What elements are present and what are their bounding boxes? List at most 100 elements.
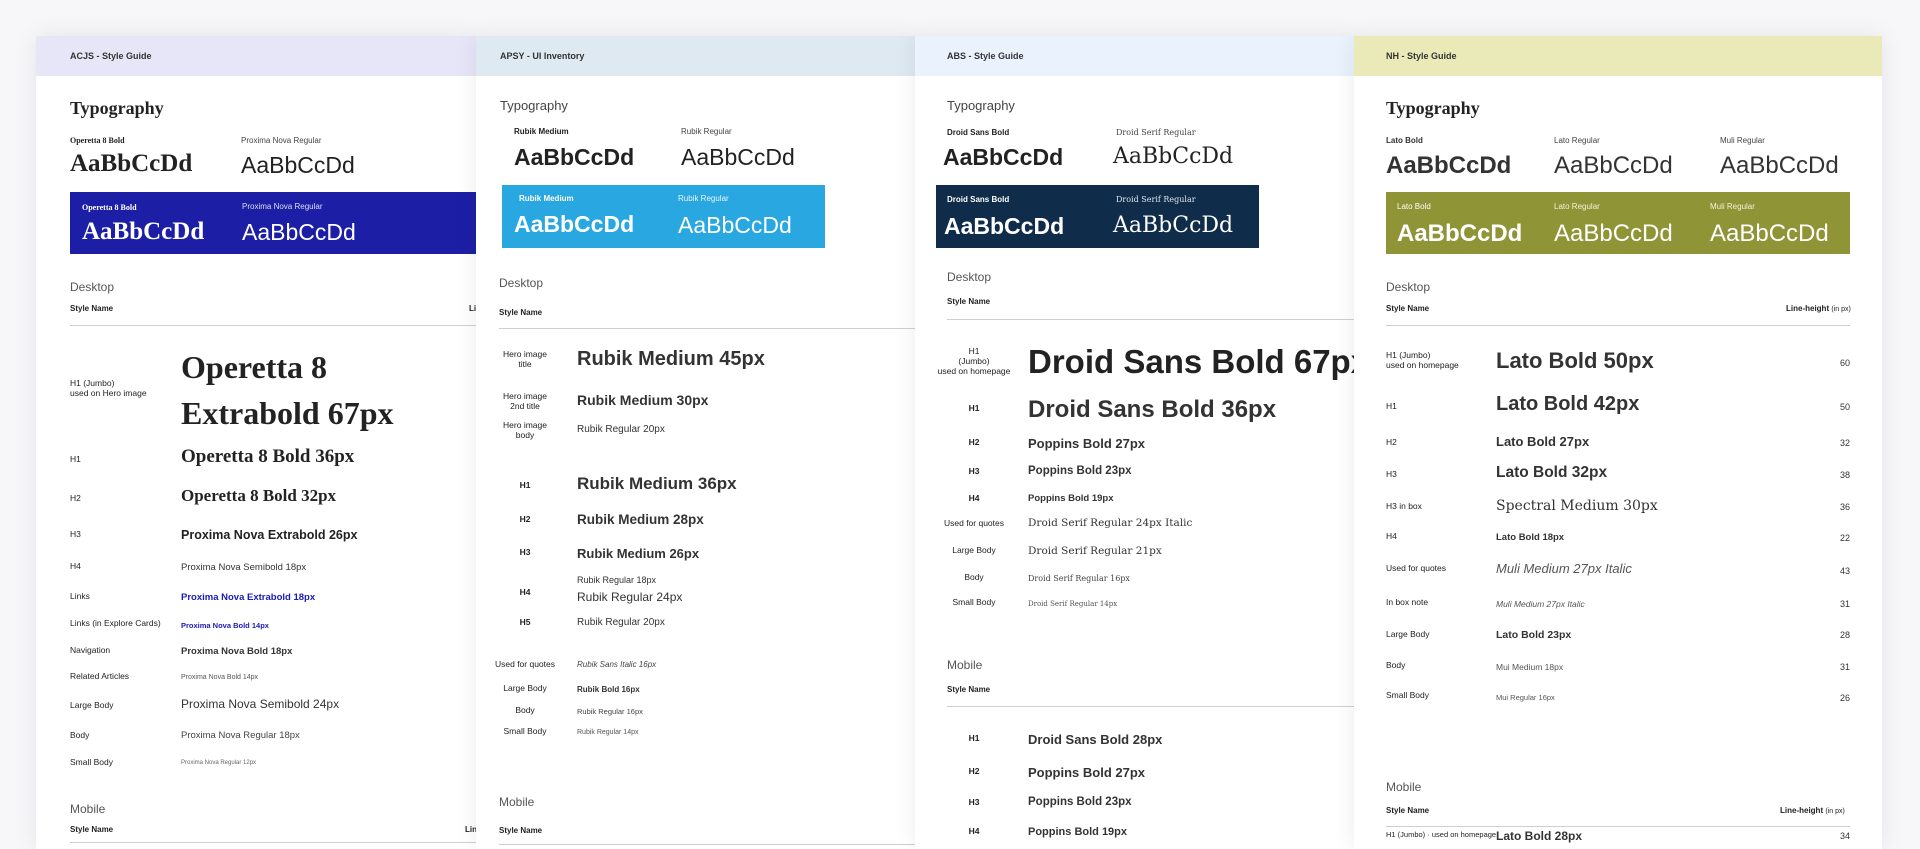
style-label: H1 (Jumbo) · used on homepage — [1386, 830, 1497, 839]
style-sample: Proxima Nova Semibold 18px — [181, 562, 307, 573]
style-sample: Droid Serif Regular 21px — [1028, 545, 1162, 557]
font-sample: AaBbCcDd — [1397, 220, 1523, 247]
line-height-value: 60 — [1839, 358, 1850, 368]
section-mobile: Mobile — [70, 802, 106, 816]
section-mobile: Mobile — [947, 658, 983, 672]
style-sample: Droid Serif Regular 14px — [1028, 600, 1118, 608]
style-sample: Rubik Medium 26px — [577, 546, 700, 561]
font-sample: AaBbCcDd — [1554, 220, 1673, 247]
style-sample: Lato Bold 32px — [1496, 464, 1608, 481]
font-sample: AaBbCcDd — [1113, 213, 1234, 238]
style-label: Large Body — [1386, 629, 1430, 639]
column-style-name: Style Name — [947, 297, 991, 306]
style-label: H1 (Jumbo) used on homepage — [937, 346, 1011, 376]
style-sample: Poppins Bold 27px — [1028, 436, 1146, 451]
style-label: H4 — [968, 493, 980, 503]
style-label: Links — [70, 591, 90, 601]
font-label: Lato Bold — [1386, 136, 1423, 145]
column-line-height: Lin — [465, 825, 476, 834]
style-label: H4 — [968, 826, 980, 836]
style-label: Body — [70, 730, 90, 740]
divider — [1386, 826, 1850, 827]
section-desktop: Desktop — [947, 270, 992, 284]
dark-swatch: Operetta 8 Bold Proxima Nova Regular AaB… — [70, 192, 476, 254]
font-label: Droid Sans Bold — [947, 195, 1010, 204]
font-sample: AaBbCcDd — [1113, 144, 1234, 169]
line-height-value: 22 — [1839, 533, 1850, 543]
style-sample: Operetta 8 Bold 36px — [181, 446, 355, 467]
ui-inventory-apsy: APSY - UI Inventory Typography Rubik Med… — [476, 36, 915, 849]
panel-header: ACJS - Style Guide — [36, 36, 476, 76]
style-label: Used for quotes — [943, 518, 1004, 528]
style-label: H5 — [519, 617, 531, 627]
font-label: Muli Regular — [1720, 136, 1765, 145]
style-sample: Droid Sans Bold 28px — [1028, 732, 1163, 747]
style-sample: Lato Bold 18px — [1496, 532, 1565, 543]
style-sample: Poppins Bold 23px — [1028, 465, 1132, 477]
style-label: H2 — [968, 437, 980, 447]
line-height-value: 38 — [1839, 470, 1850, 480]
style-label: Hero image title — [503, 349, 547, 369]
font-sample: AaBbCcDd — [242, 219, 356, 245]
style-label: Body — [1386, 660, 1406, 670]
style-sample: Rubik Medium 45px — [577, 348, 765, 370]
blue-swatch: Rubik Medium Rubik Regular AaBbCcDd AaBb… — [502, 185, 825, 248]
font-label: Lato Regular — [1554, 136, 1600, 145]
style-label: H3 — [1386, 469, 1397, 479]
column-line-height: Li — [469, 304, 476, 313]
panel-header: APSY - UI Inventory — [476, 36, 915, 76]
font-label: Operetta 8 Bold — [70, 136, 125, 145]
font-sample: AaBbCcDd — [1554, 152, 1673, 179]
panel-header: NH - Style Guide — [1354, 36, 1882, 76]
section-desktop: Desktop — [1386, 280, 1431, 294]
link-sample[interactable]: Proxima Nova Bold 14px — [181, 621, 269, 630]
style-label: H3 — [519, 547, 531, 557]
font-sample: AaBbCcDd — [82, 218, 205, 245]
style-label: H1 — [968, 733, 980, 743]
style-sample: Rubik Medium 36px — [577, 474, 737, 493]
font-label: Droid Serif Regular — [1116, 195, 1196, 204]
style-label: Small Body — [70, 757, 113, 767]
style-sample: Operetta 8 Bold 32px — [181, 486, 337, 505]
font-label: Lato Regular — [1554, 202, 1600, 211]
line-height-value: 26 — [1839, 693, 1850, 703]
font-sample: AaBbCcDd — [1386, 152, 1512, 179]
style-sample: Lato Bold 28px — [1496, 829, 1583, 843]
style-sample: Poppins Bold 19px — [1028, 493, 1114, 504]
divider — [947, 706, 1354, 707]
style-sample: Rubik Regular 20px — [577, 424, 665, 435]
font-sample: AaBbCcDd — [1720, 152, 1839, 179]
font-sample: AaBbCcDd — [943, 144, 1064, 170]
style-sample: Rubik Regular 16px — [577, 707, 643, 716]
style-sample: Lato Bold 27px — [1496, 434, 1590, 449]
style-sample: Lato Bold 23px — [1496, 629, 1572, 641]
font-sample: AaBbCcDd — [681, 144, 795, 170]
font-sample: AaBbCcDd — [514, 144, 635, 170]
font-label: Rubik Regular — [678, 194, 729, 203]
line-height-value: 31 — [1839, 662, 1850, 672]
style-label: H4 — [519, 587, 531, 597]
divider — [499, 328, 915, 329]
style-sample: Spectral Medium 30px — [1496, 498, 1658, 514]
style-label: H2 — [968, 766, 980, 776]
style-label: Body — [964, 572, 984, 582]
line-height-value: 36 — [1839, 502, 1850, 512]
font-sample: AaBbCcDd — [1710, 220, 1829, 247]
style-label: H2 — [70, 493, 81, 503]
line-height-value: 32 — [1839, 438, 1850, 448]
font-label: Muli Regular — [1710, 202, 1755, 211]
style-sample: Muli Medium 27px Italic — [1496, 561, 1632, 576]
panel-header: ABS - Style Guide — [915, 36, 1354, 76]
style-sample: Lato Bold 42px — [1496, 393, 1640, 415]
divider — [70, 325, 476, 326]
style-sample: Lato Bold 50px — [1496, 348, 1654, 373]
style-label: H1 — [519, 480, 531, 490]
style-sample: Droid Sans Bold 67px — [1028, 343, 1354, 380]
style-label: Hero image body — [503, 420, 547, 440]
navy-swatch: Droid Sans Bold Droid Serif Regular AaBb… — [936, 185, 1259, 248]
style-sample: Proxima Nova Bold 14px — [181, 674, 259, 681]
line-height-value: 28 — [1839, 630, 1850, 640]
link-sample[interactable]: Proxima Nova Extrabold 18px — [181, 592, 315, 603]
font-sample: AaBbCcDd — [678, 212, 792, 238]
style-label: Large Body — [503, 683, 547, 693]
